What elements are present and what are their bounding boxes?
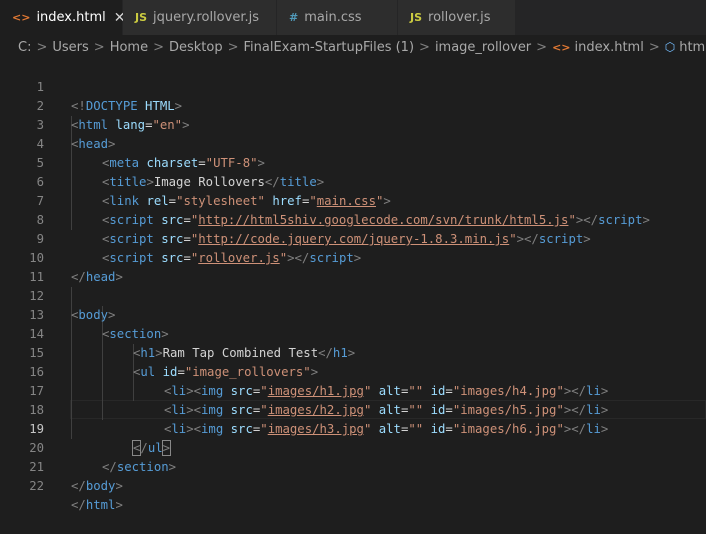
breadcrumb-file[interactable]: index.html [575,40,644,55]
tab-label: rollover.js [428,10,491,25]
code-line: 1 <!DOCTYPE HTML> [0,59,706,113]
chevron-right-icon: > [153,39,164,55]
chevron-right-icon: > [419,39,430,55]
breadcrumb: C: > Users > Home > Desktop > FinalExam-Star… [0,35,706,59]
code-line: 21 </body> [0,439,706,493]
tab-index-html[interactable]: <> index.html ✕ [0,0,125,35]
code-line: 4 <meta charset="UTF-8"> [0,116,706,170]
css-file-icon: # [289,11,299,24]
tab-bar: <> index.html ✕ JS jquery.rollover.js # … [0,0,706,35]
chevron-right-icon: > [36,39,48,55]
code-line: 5 <title>Image Rollovers</title> [0,135,706,189]
code-text: </body> [71,479,123,493]
code-line: 17 <li><img src="images/h2.jpg" alt="" i… [0,363,706,417]
tab-label: main.css [304,10,362,25]
tab-main-css[interactable]: # main.css [277,0,398,35]
line-number: 22 [29,479,44,493]
breadcrumb-item[interactable]: FinalExam-StartupFiles (1) [244,40,415,55]
code-line: 8 <script src="http://code.jquery.com/jq… [0,192,706,246]
code-line: 10 </head> [0,230,706,284]
tab-label: jquery.rollover.js [153,10,259,25]
code-line: 3 <head> [0,97,706,151]
html-file-icon: <> [12,11,31,24]
symbol-icon: ⬡ [664,40,676,54]
chevron-right-icon: > [227,39,239,55]
breadcrumb-item[interactable]: Home [110,40,148,55]
breadcrumb-item[interactable]: Desktop [169,40,223,55]
breadcrumb-item[interactable]: C: [18,40,31,55]
code-line: 14 <h1>Ram Tap Combined Test</h1> [0,306,706,360]
code-line: 13 <section> [0,287,706,341]
tab-jquery-rollover-js[interactable]: JS jquery.rollover.js [123,0,277,35]
code-line: 11 [0,249,706,284]
code-line: 18 <li><img src="images/h3.jpg" alt="" i… [0,382,706,436]
html-file-icon: <> [552,40,571,54]
chevron-right-icon: > [648,39,660,55]
code-line: 22 </html> [0,458,706,512]
breadcrumb-symbol[interactable]: html [679,40,706,55]
breadcrumb-item[interactable]: image_rollover [435,40,531,55]
code-line: 7 <script src="http://html5shiv.googleco… [0,173,706,227]
code-text: </html> [71,498,123,512]
code-editor[interactable]: 1 <!DOCTYPE HTML> 2 <html lang="en"> 3 <… [0,59,706,512]
code-line: 16 <li><img src="images/h1.jpg" alt="" i… [0,344,706,398]
tab-rollover-js[interactable]: JS rollover.js [398,0,516,35]
js-file-icon: JS [410,11,423,24]
code-line: 15 <ul id="image_rollovers"> [0,325,706,379]
code-line: 19 </ul> [0,401,706,456]
js-file-icon: JS [135,11,148,24]
code-line: 20 </section> [0,420,706,474]
code-line: 12 <body> [0,268,706,322]
code-line: 6 <link rel="stylesheet" href="main.css"… [0,154,706,208]
code-line: 9 <script src="rollover.js"></script> [0,211,706,265]
code-line: 2 <html lang="en"> [0,78,706,132]
breadcrumb-item[interactable]: Users [52,40,88,55]
chevron-right-icon: > [536,39,548,55]
chevron-right-icon: > [93,39,105,55]
tab-label: index.html [36,10,106,25]
